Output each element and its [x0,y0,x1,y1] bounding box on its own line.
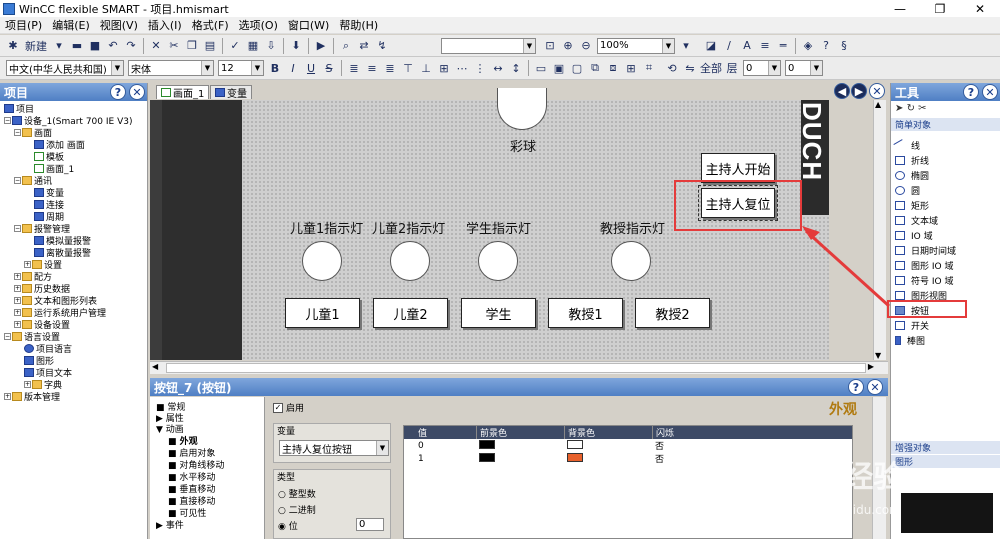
arrow-head [802,226,820,240]
arrow-shaft [804,229,891,308]
watermark-url: jingyan.baidu.com [790,503,901,517]
watermark-brand: Baidu经验 [760,461,904,494]
